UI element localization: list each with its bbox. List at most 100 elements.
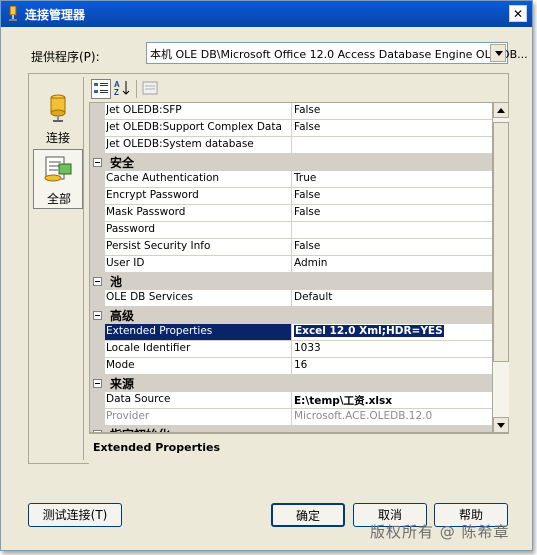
property-value[interactable]: E:\temp\工资.xlsx <box>294 393 490 408</box>
property-value[interactable]: False <box>294 206 490 218</box>
chevron-down-icon[interactable] <box>490 44 506 62</box>
row-gutter <box>90 171 105 188</box>
property-name: Cache Authentication <box>106 172 220 184</box>
property-value[interactable]: False <box>294 121 490 133</box>
column-divider <box>291 324 292 340</box>
property-value-text[interactable]: Excel 12.0 Xml;HDR=YES <box>294 325 444 337</box>
toolbar-separator <box>136 80 137 98</box>
property-value[interactable]: Microsoft.ACE.OLEDB.12.0 <box>294 410 490 422</box>
property-value[interactable]: False <box>294 104 490 116</box>
grid-property-row[interactable]: Extended Properties Excel 12.0 Xml;HDR=YE… <box>90 324 492 341</box>
property-pages-icon <box>142 81 158 95</box>
category-label: 来源 <box>110 377 135 391</box>
provider-value: 本机 OLE DB\Microsoft Office 12.0 Access D… <box>150 48 528 61</box>
close-button[interactable]: ✕ <box>509 5 527 22</box>
alphabetical-view-button[interactable]: A Z <box>113 79 133 99</box>
property-grid[interactable]: Jet OLEDB:SFP False Jet OLEDB:Support Comp… <box>89 102 493 433</box>
property-value[interactable]: 16 <box>294 359 490 371</box>
category-label: 指定初始化 <box>110 426 294 432</box>
property-name: Jet OLEDB:System database <box>106 138 254 150</box>
property-value[interactable]: Excel 12.0 Xml;HDR=YES <box>294 325 490 337</box>
scroll-down-icon[interactable] <box>493 417 509 433</box>
property-value[interactable]: Admin <box>294 257 490 269</box>
grid-property-row[interactable]: Jet OLEDB:SFP False <box>90 103 492 120</box>
scroll-thumb[interactable] <box>493 122 509 362</box>
row-gutter <box>90 324 105 341</box>
grid-property-row[interactable]: User ID Admin <box>90 256 492 273</box>
category-label: 安全 <box>110 156 135 170</box>
categorized-view-button[interactable] <box>91 79 111 99</box>
provider-label: 提供程序(P): <box>31 50 100 64</box>
grid-property-row[interactable]: Provider Microsoft.ACE.OLEDB.12.0 <box>90 409 492 426</box>
collapse-icon[interactable] <box>93 311 102 320</box>
page-selector: 连接 全部 <box>31 77 84 460</box>
row-gutter <box>90 290 105 307</box>
column-divider <box>291 392 292 408</box>
grid-property-row[interactable]: Cache Authentication True <box>90 171 492 188</box>
grid-property-row[interactable]: Persist Security Info False <box>90 239 492 256</box>
column-divider <box>291 103 292 119</box>
column-divider <box>291 409 292 425</box>
collapse-icon[interactable] <box>93 379 102 388</box>
property-value[interactable]: True <box>294 172 490 184</box>
test-connection-button[interactable]: 测试连接(T) <box>28 503 122 527</box>
grid-property-row[interactable]: Jet OLEDB:Support Complex Data False <box>90 120 492 137</box>
row-gutter <box>90 409 105 426</box>
grid-property-row[interactable]: Mode 16 <box>90 358 492 375</box>
grid-category-row[interactable]: 池 <box>90 273 492 290</box>
property-name: Encrypt Password <box>106 189 199 201</box>
property-name: Extended Properties <box>105 324 292 340</box>
grid-property-row[interactable]: OLE DB Services Default <box>90 290 492 307</box>
grid-property-row[interactable]: Mask Password False <box>90 205 492 222</box>
grid-category-row[interactable]: 高级 <box>90 307 492 324</box>
collapse-icon[interactable] <box>93 277 102 286</box>
property-value[interactable]: False <box>294 189 490 201</box>
grid-category-row[interactable]: 来源 <box>90 375 492 392</box>
grid-category-row[interactable]: 安全 <box>90 154 492 171</box>
sort-az-icon: A Z <box>114 80 130 97</box>
grid-property-row[interactable]: Locale Identifier 1033 <box>90 341 492 358</box>
property-name: Persist Security Info <box>106 240 211 252</box>
provider-dropdown[interactable]: 本机 OLE DB\Microsoft Office 12.0 Access D… <box>146 42 528 64</box>
property-name: Mask Password <box>106 206 186 218</box>
row-gutter <box>90 239 105 256</box>
grid-property-row[interactable]: Jet OLEDB:System database <box>90 137 492 154</box>
property-name: Mode <box>106 359 135 371</box>
column-divider <box>291 239 292 255</box>
property-name: User ID <box>106 257 145 269</box>
nav-item-connection[interactable]: 连接 <box>33 89 83 149</box>
property-pages-button[interactable] <box>141 79 161 99</box>
column-divider <box>291 188 292 204</box>
nav-item-all[interactable]: 全部 <box>33 149 83 209</box>
row-gutter <box>90 137 105 154</box>
svg-text:Z: Z <box>114 88 119 97</box>
nav-label-connection: 连接 <box>45 131 70 145</box>
row-gutter <box>90 222 105 239</box>
connection-manager-dialog: 连接管理器 ✕ 提供程序(P): 本机 OLE DB\Microsoft Off… <box>0 0 533 551</box>
column-divider <box>291 222 292 238</box>
grid-category-row[interactable]: 指定初始化 <box>90 426 492 432</box>
property-name: Password <box>106 223 156 235</box>
category-label: 池 <box>110 275 123 289</box>
property-value[interactable]: False <box>294 240 490 252</box>
property-name: Jet OLEDB:SFP <box>106 104 182 116</box>
property-value[interactable]: 1033 <box>294 342 490 354</box>
column-divider <box>291 120 292 136</box>
grid-property-row[interactable]: Data Source E:\temp\工资.xlsx <box>90 392 492 409</box>
grid-property-row[interactable]: Password <box>90 222 492 239</box>
column-divider <box>291 290 292 306</box>
vertical-scrollbar[interactable] <box>493 102 509 433</box>
row-gutter <box>90 120 105 137</box>
row-gutter <box>90 256 105 273</box>
properties-icon <box>44 156 72 182</box>
grid-property-row[interactable]: Encrypt Password False <box>90 188 492 205</box>
property-name: OLE DB Services <box>106 291 193 303</box>
scroll-up-icon[interactable] <box>493 102 509 118</box>
column-divider <box>291 256 292 272</box>
row-gutter <box>90 103 105 120</box>
ok-button[interactable]: 确定 <box>271 503 345 527</box>
collapse-icon[interactable] <box>93 158 102 167</box>
property-value[interactable]: Default <box>294 291 490 303</box>
title-bar[interactable]: 连接管理器 ✕ <box>1 1 532 27</box>
column-divider <box>291 341 292 357</box>
